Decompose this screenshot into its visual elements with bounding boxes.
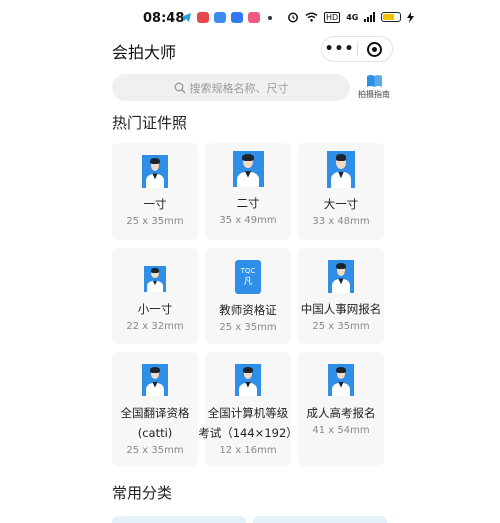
page-title: 会拍大师 xyxy=(112,43,177,62)
card-size: 35 x 49mm xyxy=(219,215,277,226)
portrait-photo-icon xyxy=(327,151,355,188)
card-one-inch[interactable]: 一寸 25 x 35mm xyxy=(112,143,198,240)
app-notification-icon xyxy=(248,12,260,23)
card-size: 25 x 35mm xyxy=(219,322,277,333)
card-size: 22 x 32mm xyxy=(126,321,184,332)
portrait-photo-icon xyxy=(142,364,168,396)
telegram-icon xyxy=(181,13,191,22)
app-notification-icon xyxy=(231,12,243,23)
mini-program-capsule: ••• xyxy=(321,36,393,62)
card-small-one-inch[interactable]: 小一寸 22 x 32mm xyxy=(112,248,198,344)
card-name: 一寸 xyxy=(143,197,167,211)
card-teacher-certificate[interactable]: TQC 凡 教师资格证 25 x 35mm xyxy=(205,248,291,344)
card-name: 小一寸 xyxy=(137,302,173,316)
card-name: 成人高考报名 xyxy=(306,406,376,420)
system-icons: HD 4G xyxy=(287,11,415,23)
card-large-one-inch[interactable]: 大一寸 33 x 48mm xyxy=(298,143,384,240)
card-name: 大一寸 xyxy=(323,197,359,211)
category-tile[interactable] xyxy=(112,516,246,523)
card-size: 25 x 35mm xyxy=(126,216,184,227)
hd-badge-icon: HD xyxy=(324,11,341,23)
search-placeholder: 搜索规格名称、尺寸 xyxy=(189,81,289,95)
alarm-icon xyxy=(288,12,298,23)
category-tile[interactable] xyxy=(253,516,387,523)
certificate-icon-text: 凡 xyxy=(243,276,253,287)
shooting-guide-label: 拍摄指南 xyxy=(358,90,390,99)
card-name-line2: 考试（144×192） xyxy=(198,426,298,440)
portrait-photo-icon xyxy=(328,364,354,396)
common-section-title: 常用分类 xyxy=(112,484,173,502)
search-icon xyxy=(174,82,185,93)
portrait-photo-icon xyxy=(232,151,264,187)
portrait-photo-icon xyxy=(144,266,166,292)
card-size: 25 x 35mm xyxy=(126,445,184,456)
card-computer-exam[interactable]: 全国计算机等级 考试（144×192） 12 x 16mm xyxy=(198,352,298,466)
card-china-personnel-exam[interactable]: 中国人事网报名 25 x 35mm xyxy=(298,248,384,344)
card-name: 全国翻译资格 xyxy=(120,406,190,420)
card-size: 41 x 54mm xyxy=(312,425,370,436)
status-time: 08:48 xyxy=(143,11,185,26)
more-menu-button[interactable]: ••• xyxy=(322,41,357,57)
app-notification-icon xyxy=(197,12,209,23)
portrait-photo-icon xyxy=(142,155,168,188)
card-name: 教师资格证 xyxy=(219,303,277,317)
close-button[interactable] xyxy=(358,41,392,57)
card-adult-exam[interactable]: 成人高考报名 41 x 54mm xyxy=(298,352,384,466)
status-bar: 08:48 HD 4G xyxy=(0,0,500,36)
close-circle-icon xyxy=(367,41,383,57)
portrait-photo-icon xyxy=(235,364,261,396)
certificate-icon-text: TQC xyxy=(240,266,256,275)
signal-icon xyxy=(364,12,376,22)
network-type: 4G xyxy=(346,12,359,22)
search-input[interactable]: 搜索规格名称、尺寸 xyxy=(112,74,350,101)
portrait-photo-icon xyxy=(328,260,354,293)
card-name: 中国人事网报名 xyxy=(300,302,382,316)
card-catti[interactable]: 全国翻译资格 (catti) 25 x 35mm xyxy=(112,352,198,466)
card-name: 二寸 xyxy=(236,196,260,210)
shooting-guide-button[interactable]: 拍摄指南 xyxy=(357,74,391,100)
battery-icon xyxy=(381,12,402,22)
card-size: 25 x 35mm xyxy=(312,321,370,332)
wifi-icon xyxy=(305,12,318,22)
card-two-inch[interactable]: 二寸 35 x 49mm xyxy=(205,143,291,240)
card-name-line2: (catti) xyxy=(137,426,173,440)
certificate-icon: TQC 凡 xyxy=(235,260,261,294)
battery-level xyxy=(383,14,395,20)
card-size: 33 x 48mm xyxy=(312,216,370,227)
card-size: 12 x 16mm xyxy=(219,445,277,456)
charging-icon xyxy=(407,11,415,23)
hot-section-title: 热门证件照 xyxy=(112,114,188,132)
more-notifications-icon xyxy=(268,15,272,20)
card-name: 全国计算机等级 xyxy=(207,406,289,420)
notification-icons xyxy=(180,12,272,23)
book-icon xyxy=(366,75,382,87)
app-notification-icon xyxy=(214,12,226,23)
